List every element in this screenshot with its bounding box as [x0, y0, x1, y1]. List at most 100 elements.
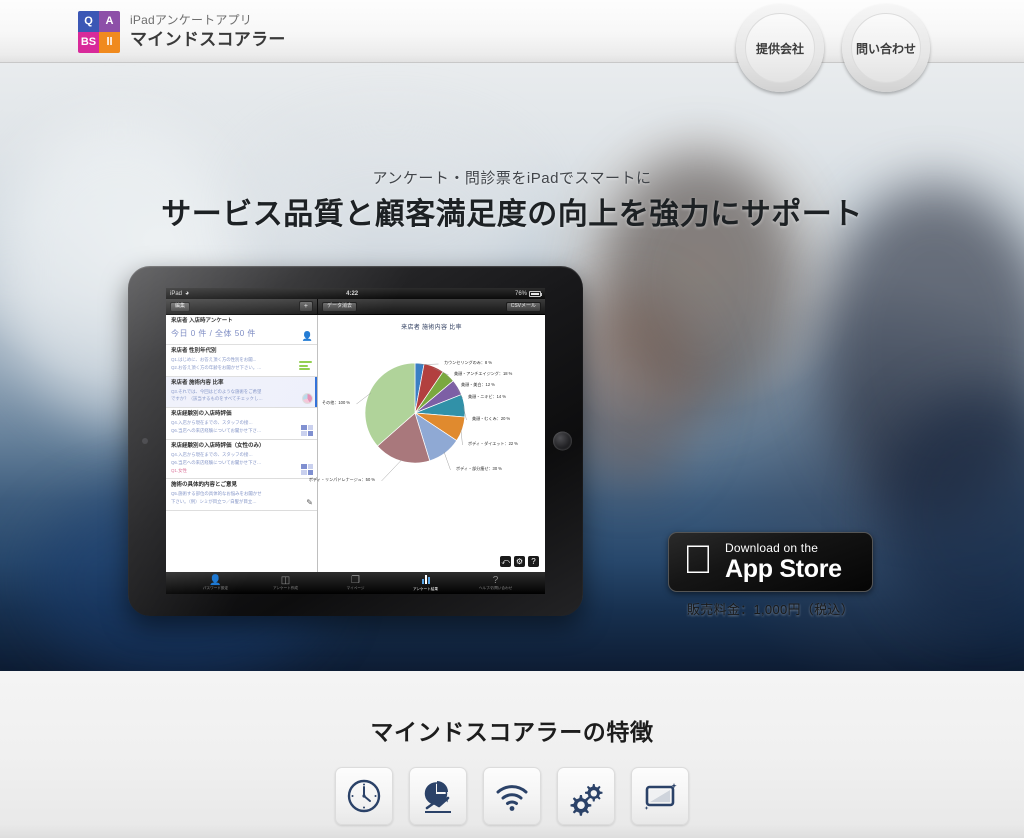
nav-button-provider-company[interactable]: 提供会社 [736, 4, 824, 92]
tab-my-page-label: マイページ [346, 586, 365, 591]
question-icon: ? [492, 575, 499, 587]
feature-wifi-button[interactable] [483, 767, 541, 825]
chart-title: 来店者 施術内容 比率 [401, 325, 462, 331]
feature-clock-button[interactable] [335, 767, 393, 825]
ipad-content: 来店者 入店時アンケート 今日 0 件 / 全体 50 件 👤 来店者 性別年代… [166, 315, 545, 572]
tab-survey-results-label: アンケート結果 [412, 587, 438, 592]
appstore-small-label: Download on the [695, 541, 818, 555]
status-battery-percent: 76% [514, 290, 527, 297]
tab-help[interactable]: ? ヘルプ/お問い合わせ [468, 575, 524, 591]
settings-gear-button[interactable]: ⚙ [514, 556, 525, 567]
tab-password-settings[interactable]: 👤 パスワード設定 [188, 575, 244, 591]
pie-slice-label: 美顔・美白：12 % [461, 382, 495, 387]
download-appstore-button[interactable]:  Download on the App Store [668, 532, 873, 592]
tab-survey-results[interactable]: アンケート結果 [398, 574, 454, 592]
feature-display-button[interactable] [631, 767, 689, 825]
list-item[interactable]: 来店経験別の入店時評価（女性のみ） Q4.入店から現在までの、スタッフの接… Q… [166, 440, 317, 480]
features-section: マインドスコアラーの特徴 [0, 671, 1024, 838]
list-item[interactable]: 施術の具体的内容とご意見 Q5.施術する部位の具体的なお悩みをお聞かせ 下さい。… [166, 479, 317, 511]
appstore-block:  Download on the App Store 販売料金：1,000円（… [668, 532, 873, 618]
pie-leader-line [380, 459, 402, 482]
logo-tile-2-glyph: A [105, 15, 114, 27]
ios-toolbar: 編集 + データ消去 CSVメール [166, 299, 545, 315]
site-header: Q A BS ll iPadアンケートアプリ マインドスコアラー 提供会社 問い… [0, 0, 1024, 92]
csv-mail-button[interactable]: CSVメール [505, 301, 541, 312]
logo-title: マインドスコアラー [130, 30, 286, 50]
form-icon: ◫ [280, 575, 291, 587]
pie-slice-label: カウンセリングのみ：8 % [444, 360, 492, 365]
pie-slice-label: 美顔・むくみ：20 % [472, 416, 511, 421]
tab-create-survey[interactable]: ◫ アンケート作成 [258, 575, 314, 591]
list-item-question: Q4.入店から現在までの、スタッフの接… [171, 420, 253, 426]
grid-icon [301, 464, 313, 476]
tab-my-page[interactable]: ❐ マイページ [328, 575, 384, 591]
list-item-title: 来店者 施術内容 比率 [171, 379, 224, 386]
brand-logo[interactable]: Q A BS ll iPadアンケートアプリ マインドスコアラー [78, 11, 286, 53]
price-label: 販売料金：1,000円（税込） [686, 602, 855, 617]
list-item[interactable]: 来店者 性別年代別 Q1.はじめに、お答え頂く方の性別をお聞... Q2.お答え… [166, 345, 317, 377]
ipad-device-mockup: iPad ◕ 4:22 76% 編集 + データ消去 CSVメール 来店者 入店… [128, 266, 583, 616]
undo-button[interactable]: ⤺ [500, 556, 511, 567]
clock-icon [347, 779, 381, 813]
list-item-question: Q6.当店への来店経験についてお聞かせ下さ… [171, 459, 262, 465]
pie-slice-label: ボディ・リンパドレナージュ：50 % [308, 477, 375, 482]
status-time: 4:22 [346, 290, 359, 297]
add-button[interactable]: + [298, 301, 313, 312]
pie-slice-label: 美顔・ニキビ：14 % [468, 394, 506, 399]
nav-button-contact-label: 問い合わせ [851, 13, 921, 83]
list-item-selected[interactable]: 来店者 施術内容 比率 Q3.それでは、今回はどのような施術をご希望 ですか？（… [166, 376, 317, 409]
logo-mark-icon: Q A BS ll [78, 11, 120, 53]
pie-chart-trend-icon [424, 781, 451, 813]
list-item[interactable]: 来店経験別の入店時評価 Q4.入店から現在までの、スタッフの接… Q6.当店への… [166, 408, 317, 440]
feature-analytics-button[interactable] [409, 767, 467, 825]
status-carrier: iPad [170, 290, 183, 297]
wifi-icon [496, 785, 528, 811]
list-item-title: 来店経験別の入店時評価 [171, 411, 232, 418]
tab-password-settings-label: パスワード設定 [202, 586, 229, 591]
gears-icon [570, 784, 603, 816]
pie-chart: カウンセリングのみ：8 % 美顔・アンチエイジング：18 % 美顔・美白：12 % 美… [309, 331, 545, 563]
list-item-question: Q5.施術する部位の具体的なお悩みをお聞かせ [171, 491, 262, 497]
list-item-title: 施術の具体的内容とご意見 [171, 482, 238, 489]
list-item-title: 来店者 入店時アンケート [171, 318, 233, 324]
logo-subtitle: iPadアンケートアプリ [130, 13, 252, 28]
clear-data-button[interactable]: データ消去 [322, 301, 358, 312]
edit-button[interactable]: 編集 [170, 301, 191, 312]
pages-icon: ❐ [351, 575, 360, 587]
list-item-title: 来店者 性別年代別 [171, 348, 217, 354]
list-item-question: Q1.はじめに、お答え頂く方の性別をお聞... [171, 356, 257, 362]
features-icon-row [0, 767, 1024, 825]
nav-button-provider-company-label: 提供会社 [745, 13, 815, 83]
grid-icon [301, 424, 313, 436]
logo-tile-4-glyph: ll [106, 36, 113, 48]
list-item-title: 来店経験別の入店時評価（女性のみ） [171, 442, 265, 449]
tablet-screen-icon [644, 783, 677, 810]
person-icon: 👤 [301, 331, 313, 341]
chart-detail-pane: 来店者 施術内容 比率 カウンセリングのみ：8 % 美顔・アンチエイジング：18 … [309, 315, 545, 572]
hero-section: アンケート・問診票をiPadでスマートに サービス品質と顧客満足度の向上を強力に… [0, 63, 1024, 671]
nav-button-contact[interactable]: 問い合わせ [842, 4, 930, 92]
landing-page: Q A BS ll iPadアンケートアプリ マインドスコアラー 提供会社 問い… [0, 0, 1024, 838]
tab-help-label: ヘルプ/お問い合わせ [478, 586, 513, 591]
list-item-question: Q2.お答え頂く方の年齢をお聞かせ下さい。… [171, 364, 262, 370]
logo-tile-1-glyph: Q [84, 15, 93, 27]
status-battery-icon [529, 290, 542, 297]
ios-status-bar: iPad ◕ 4:22 76% [166, 288, 545, 299]
appstore-big-label: App Store [695, 555, 842, 583]
survey-list: 来店者 入店時アンケート 今日 0 件 / 全体 50 件 👤 来店者 性別年代… [166, 315, 318, 572]
help-button[interactable]: ? [528, 556, 539, 567]
chart-corner-buttons: ⤺ ⚙ ? [500, 556, 539, 567]
ios-tab-bar: 👤 パスワード設定 ◫ アンケート作成 ❐ マイページ アンケート結果 ? ヘル… [166, 572, 545, 594]
list-item-question: Q6.当店への来店経験についてお聞かせ下さ… [171, 428, 262, 434]
tab-create-survey-label: アンケート作成 [272, 586, 298, 591]
bars-icon [299, 361, 313, 372]
ipad-home-button[interactable] [553, 431, 572, 451]
pie-slice-label: ボディ・部分痩せ：30 % [456, 466, 502, 471]
pie-slice-label: ボディ・ダイエット：22 % [468, 441, 518, 446]
person-icon: 👤 [209, 575, 222, 587]
logo-tile-3-glyph: BS [80, 36, 97, 48]
apple-logo-icon:  [683, 540, 713, 580]
list-item[interactable]: 来店者 入店時アンケート 今日 0 件 / 全体 50 件 👤 [166, 315, 317, 345]
feature-settings-button[interactable] [557, 767, 615, 825]
hero-subtitle: アンケート・問診票をiPadでスマートに [372, 170, 652, 187]
